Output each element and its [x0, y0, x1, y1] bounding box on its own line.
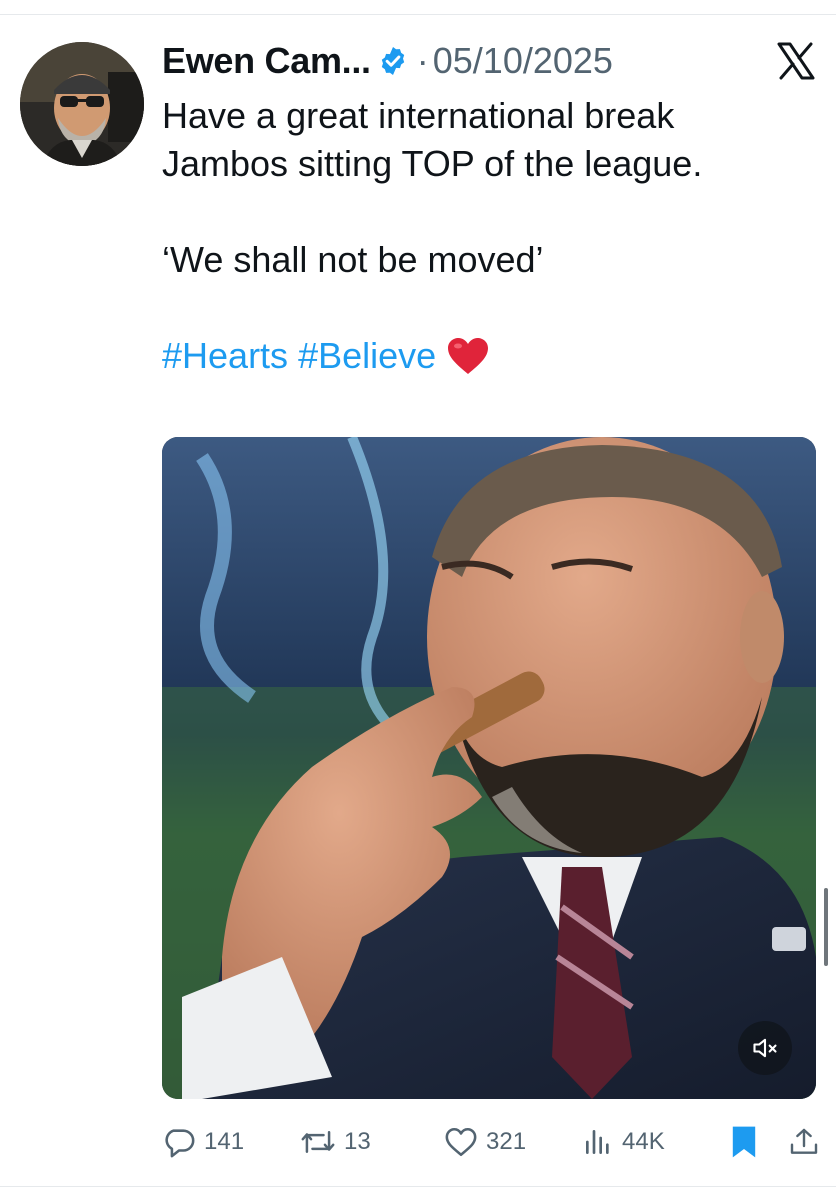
- red-heart-icon: [446, 336, 490, 376]
- scrollbar-thumb[interactable]: [824, 888, 828, 966]
- share-button[interactable]: [788, 1122, 820, 1162]
- verified-badge-icon: [377, 45, 409, 77]
- repost-button[interactable]: 13: [300, 1122, 371, 1162]
- header-separator: ·: [416, 40, 429, 81]
- repost-icon: [300, 1125, 336, 1159]
- divider-top: [0, 14, 836, 15]
- post-actions: 141 13 321 44K: [162, 1122, 822, 1162]
- avatar[interactable]: [20, 42, 144, 166]
- views-button[interactable]: 44K: [582, 1122, 665, 1162]
- post-quote: ‘We shall not be moved’: [162, 239, 544, 280]
- hashtag-link[interactable]: #Believe: [298, 332, 436, 380]
- speaker-muted-icon: [751, 1034, 779, 1062]
- bookmark-icon: [730, 1125, 758, 1159]
- post-text-line: Jambos sitting TOP of the league.: [162, 143, 703, 184]
- share-icon: [788, 1125, 820, 1159]
- heart-icon: [444, 1126, 478, 1158]
- post-date[interactable]: 05/10/2025: [433, 40, 613, 82]
- post-text-line: Have a great international break: [162, 95, 675, 136]
- repost-count: 13: [344, 1128, 371, 1155]
- divider-bottom: [0, 1186, 836, 1187]
- post-video[interactable]: [162, 437, 816, 1099]
- bookmark-button[interactable]: [730, 1122, 758, 1162]
- mute-button[interactable]: [738, 1021, 792, 1075]
- views-chart-icon: [582, 1126, 614, 1158]
- hashtag-link[interactable]: #Hearts: [162, 332, 288, 380]
- x-logo-icon: [776, 42, 816, 80]
- reply-icon: [162, 1125, 196, 1159]
- hashtag-line: #Hearts #Believe: [162, 332, 812, 380]
- post-text: Have a great international break Jambos …: [162, 92, 812, 380]
- reply-button[interactable]: 141: [162, 1122, 244, 1162]
- author-name[interactable]: Ewen Cam...: [162, 40, 371, 82]
- like-count: 321: [486, 1128, 527, 1155]
- like-button[interactable]: 321: [444, 1122, 526, 1162]
- reply-count: 141: [204, 1128, 245, 1155]
- views-count: 44K: [622, 1128, 665, 1155]
- post-header: Ewen Cam... · 05/10/2025: [162, 36, 762, 86]
